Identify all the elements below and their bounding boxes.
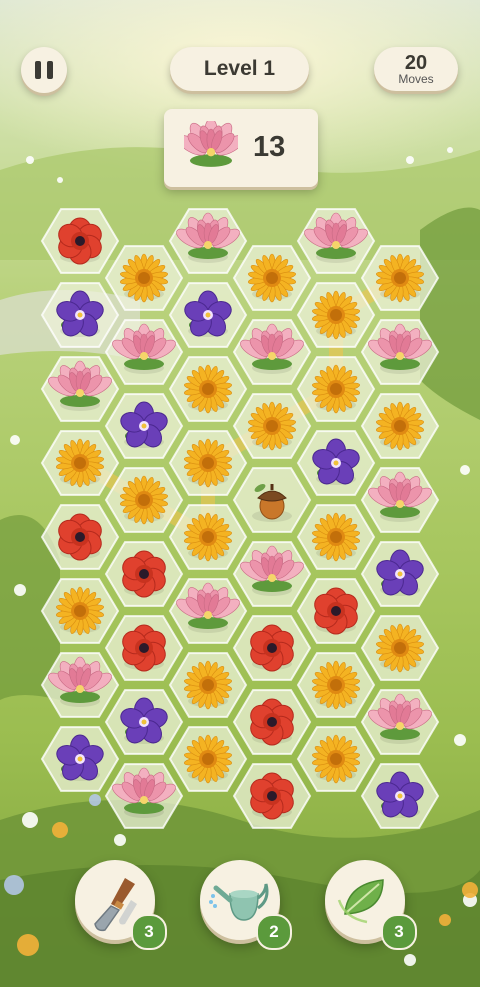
hex-cell-lotus[interactable] bbox=[232, 319, 312, 385]
hex-cell-poppy[interactable] bbox=[104, 541, 184, 607]
hex-cell-lotus[interactable] bbox=[104, 763, 184, 829]
hex-cell-lotus[interactable] bbox=[40, 652, 120, 718]
hex-cell-daisy[interactable] bbox=[232, 245, 312, 311]
hex-cell-violet[interactable] bbox=[296, 430, 376, 496]
hex-cell-daisy[interactable] bbox=[40, 578, 120, 644]
hex-cell-daisy[interactable] bbox=[360, 615, 440, 681]
trowel-tool-button[interactable]: 3 bbox=[75, 860, 167, 950]
hex-cell-poppy[interactable] bbox=[232, 689, 312, 755]
hex-cell-lotus[interactable] bbox=[168, 578, 248, 644]
hex-cell-daisy[interactable] bbox=[168, 356, 248, 422]
hex-cell-daisy[interactable] bbox=[296, 652, 376, 718]
hex-cell-poppy[interactable] bbox=[232, 615, 312, 681]
hex-cell-lotus[interactable] bbox=[360, 467, 440, 533]
watering-can-tool-button[interactable]: 2 bbox=[200, 860, 292, 950]
hex-cell-poppy[interactable] bbox=[104, 615, 184, 681]
hex-cell-poppy[interactable] bbox=[40, 504, 120, 570]
hex-cell-daisy[interactable] bbox=[360, 393, 440, 459]
hex-cell-daisy[interactable] bbox=[168, 652, 248, 718]
hex-cell-violet[interactable] bbox=[360, 763, 440, 829]
hex-cell-violet[interactable] bbox=[168, 282, 248, 348]
hex-cell-daisy[interactable] bbox=[296, 504, 376, 570]
hex-cell-lotus[interactable] bbox=[232, 541, 312, 607]
hex-cell-lotus[interactable] bbox=[360, 319, 440, 385]
trowel-count-badge: 3 bbox=[131, 914, 167, 950]
hex-cell-daisy[interactable] bbox=[168, 726, 248, 792]
hex-cell-violet[interactable] bbox=[104, 393, 184, 459]
hex-cell-lotus[interactable] bbox=[296, 208, 376, 274]
hex-cell-daisy[interactable] bbox=[104, 245, 184, 311]
hex-cell-violet[interactable] bbox=[360, 541, 440, 607]
hex-board bbox=[40, 208, 440, 829]
hex-cell-daisy[interactable] bbox=[296, 726, 376, 792]
hex-cell-poppy[interactable] bbox=[296, 578, 376, 644]
hex-cell-lotus[interactable] bbox=[168, 208, 248, 274]
watering-can-count-badge: 2 bbox=[256, 914, 292, 950]
hex-cell-lotus[interactable] bbox=[104, 319, 184, 385]
leaf-count-badge: 3 bbox=[381, 914, 417, 950]
leaf-tool-button[interactable]: 3 bbox=[325, 860, 417, 950]
hex-cell-violet[interactable] bbox=[40, 282, 120, 348]
hex-cell-poppy[interactable] bbox=[232, 763, 312, 829]
hex-cell-poppy[interactable] bbox=[40, 208, 120, 274]
hex-cell-violet[interactable] bbox=[104, 689, 184, 755]
hex-cell-lotus[interactable] bbox=[40, 356, 120, 422]
hex-cell-violet[interactable] bbox=[40, 726, 120, 792]
hex-cell-lotus[interactable] bbox=[360, 689, 440, 755]
hex-cell-acorn[interactable] bbox=[232, 467, 312, 533]
